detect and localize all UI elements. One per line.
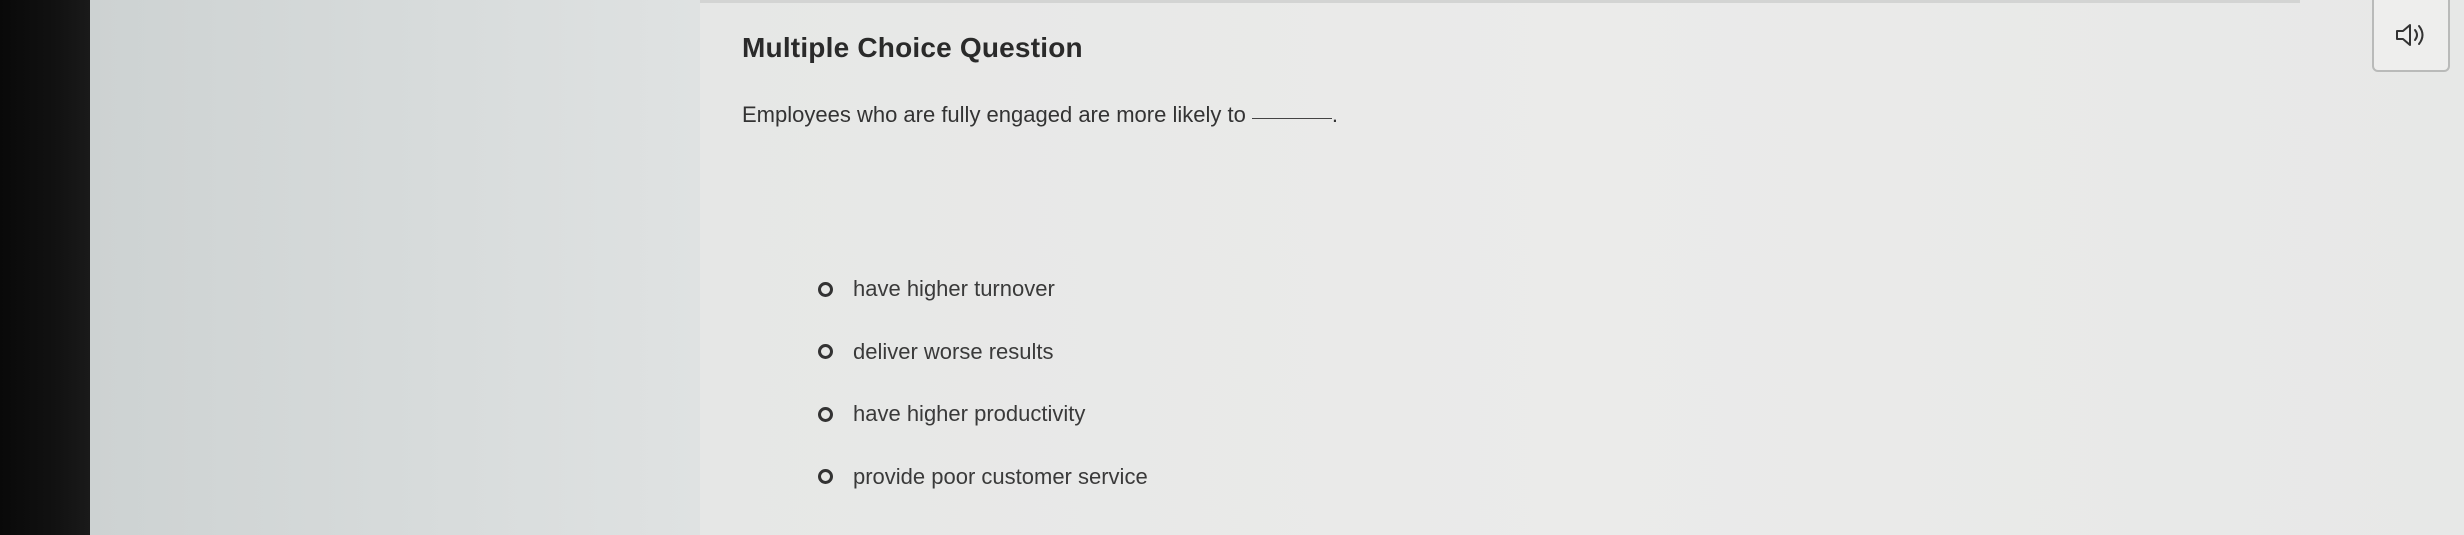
option-label[interactable]: have higher turnover (853, 276, 1055, 302)
option-label[interactable]: provide poor customer service (853, 464, 1148, 490)
side-panel (90, 0, 700, 535)
option-label[interactable]: deliver worse results (853, 339, 1054, 365)
question-suffix: . (1331, 102, 1338, 127)
radio-button[interactable] (818, 469, 833, 485)
speaker-icon (2396, 24, 2424, 46)
option-1[interactable]: have higher turnover (818, 258, 1148, 321)
question-title: Multiple Choice Question (742, 32, 1083, 63)
option-4[interactable]: provide poor customer service (818, 446, 1148, 509)
radio-button[interactable] (818, 281, 833, 297)
radio-button[interactable] (818, 406, 833, 422)
read-aloud-button[interactable] (2372, 0, 2450, 72)
question-text: Employees who are fully engaged are more… (742, 102, 1246, 127)
question-prompt: Employees who are fully engaged are more… (742, 102, 1338, 128)
question-panel: Multiple Choice Question Employees who a… (700, 0, 2464, 535)
screen: Multiple Choice Question Employees who a… (0, 0, 2464, 535)
option-2[interactable]: deliver worse results (818, 321, 1148, 384)
answer-blank (1251, 118, 1332, 119)
answer-options: have higher turnover deliver worse resul… (818, 258, 1148, 508)
radio-button[interactable] (818, 344, 833, 360)
divider (700, 0, 2300, 3)
option-label[interactable]: have higher productivity (853, 401, 1085, 427)
monitor-bezel (0, 0, 90, 535)
option-3[interactable]: have higher productivity (818, 383, 1148, 446)
